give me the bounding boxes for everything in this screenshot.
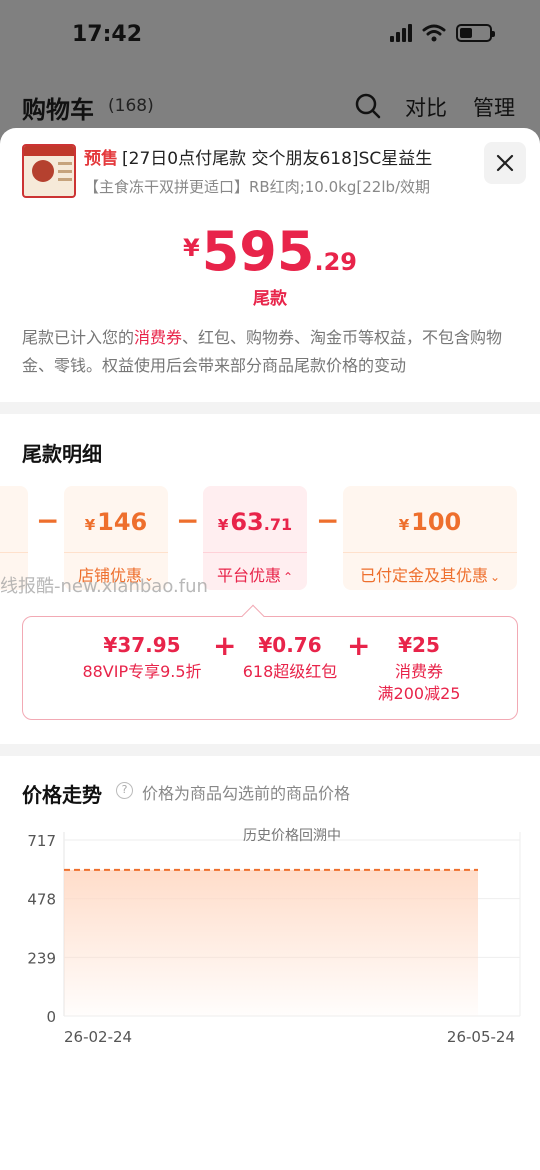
cart-header: 购物车 (168) 对比 管理 [0, 80, 540, 130]
product-sku: 【主食冻干双拼更适口】RB红肉;10.0kg[22lb/效期 [84, 178, 431, 196]
x-tick-label: 26-02-24 [64, 1028, 132, 1046]
watermark: 线报酷-new.xianbao.fun [0, 576, 208, 597]
platform-discount-details: ¥37.95 88VIP专享9.5折 + ¥0.76 618超级红包 + ¥25… [22, 604, 518, 720]
note-highlight: 消费券 [134, 328, 183, 347]
detail-value: ¥0.76 [258, 633, 322, 657]
section-divider [0, 402, 540, 414]
help-icon[interactable]: ? [116, 782, 133, 799]
detail-value: ¥25 [398, 633, 440, 657]
minus-sign: − [316, 504, 340, 537]
x-tick-label: 26-05-24 [447, 1028, 515, 1046]
deposit-card[interactable]: ¥100 已付定金及其优惠 ⌄ [343, 486, 517, 590]
manage-button[interactable]: 管理 [473, 92, 515, 122]
detail-item-coupon: ¥25 消费券 满200减25 [369, 633, 469, 705]
price-trend-title: 价格走势 [22, 783, 102, 807]
final-payment-label: 尾款 [253, 289, 287, 309]
final-payment-amount: ¥595.29 [0, 220, 540, 283]
cart-title: 购物车 [22, 96, 94, 124]
search-icon[interactable] [354, 92, 382, 120]
section-divider [0, 744, 540, 756]
price-currency: ¥ [183, 234, 200, 262]
amount-integer: 63 [230, 508, 264, 536]
chevron-down-icon: ⌄ [489, 570, 501, 584]
y-tick-label: 0 [46, 1008, 56, 1026]
minus-sign: − [176, 504, 200, 537]
compare-button[interactable]: 对比 [405, 92, 447, 122]
currency: ¥ [398, 516, 410, 534]
product-title: 预售 [27日0点付尾款 交个朋友618]SC星益生 [84, 144, 476, 169]
detail-label: 618超级红包 [242, 662, 338, 681]
card-label: 已付定金及其优惠 [359, 566, 488, 585]
card-label: 平台优惠 [216, 566, 281, 585]
note-prefix: 尾款已计入您的 [22, 328, 135, 347]
cart-count: (168) [108, 96, 154, 116]
platform-discount-card[interactable]: ¥63.71 平台优惠 ⌃ [203, 486, 307, 590]
amount-decimal: .71 [263, 515, 293, 534]
y-tick-label: 478 [27, 891, 56, 909]
breakdown-title: 尾款明细 [22, 442, 102, 466]
status-bar: 17:42 [0, 0, 540, 72]
wifi-icon [422, 24, 446, 42]
chart-annotation: 历史价格回溯中 [243, 828, 341, 844]
minus-sign: − [36, 504, 60, 537]
price-decimal: .29 [314, 248, 357, 276]
currency: ¥ [84, 516, 96, 534]
y-tick-label: 239 [27, 949, 56, 967]
status-icons [390, 24, 495, 42]
detail-label: 88VIP专享9.5折 [82, 662, 202, 681]
close-icon [496, 154, 514, 172]
detail-item-vip: ¥37.95 88VIP专享9.5折 [67, 633, 217, 683]
detail-label-secondary: 满200减25 [377, 684, 461, 703]
status-time: 17:42 [72, 22, 143, 47]
plus-sign: + [347, 629, 371, 662]
detail-item-redpacket: ¥0.76 618超级红包 [233, 633, 347, 683]
price-area [64, 869, 478, 1016]
y-tick-label: 717 [27, 832, 56, 850]
price-integer: 595 [201, 220, 315, 283]
battery-icon [456, 24, 495, 42]
amount-integer: 100 [411, 508, 462, 536]
chevron-up-icon: ⌃ [282, 570, 294, 584]
cellular-signal-icon [390, 24, 412, 42]
detail-value: ¥37.95 [103, 633, 181, 657]
product-thumbnail[interactable] [22, 144, 76, 198]
product-title-text: [27日0点付尾款 交个朋友618]SC星益生 [122, 149, 433, 169]
final-payment-note: 尾款已计入您的消费券、红包、购物券、淘金币等权益，不包含购物金、零钱。权益使用后… [22, 324, 522, 380]
detail-label: 消费券 [394, 662, 443, 681]
presale-tag: 预售 [84, 149, 118, 169]
close-button[interactable] [484, 142, 526, 184]
currency: ¥ [217, 516, 229, 534]
price-trend-chart: 0 239 478 717 历史价格回溯中 26-02-24 26-05-24 [27, 828, 521, 1046]
price-trend-note: 价格为商品勾选前的商品价格 [142, 784, 351, 803]
amount-integer: 146 [97, 508, 148, 536]
final-payment-sheet: 预售 [27日0点付尾款 交个朋友618]SC星益生 【主食冻干双拼更适口】RB红… [0, 128, 540, 1170]
